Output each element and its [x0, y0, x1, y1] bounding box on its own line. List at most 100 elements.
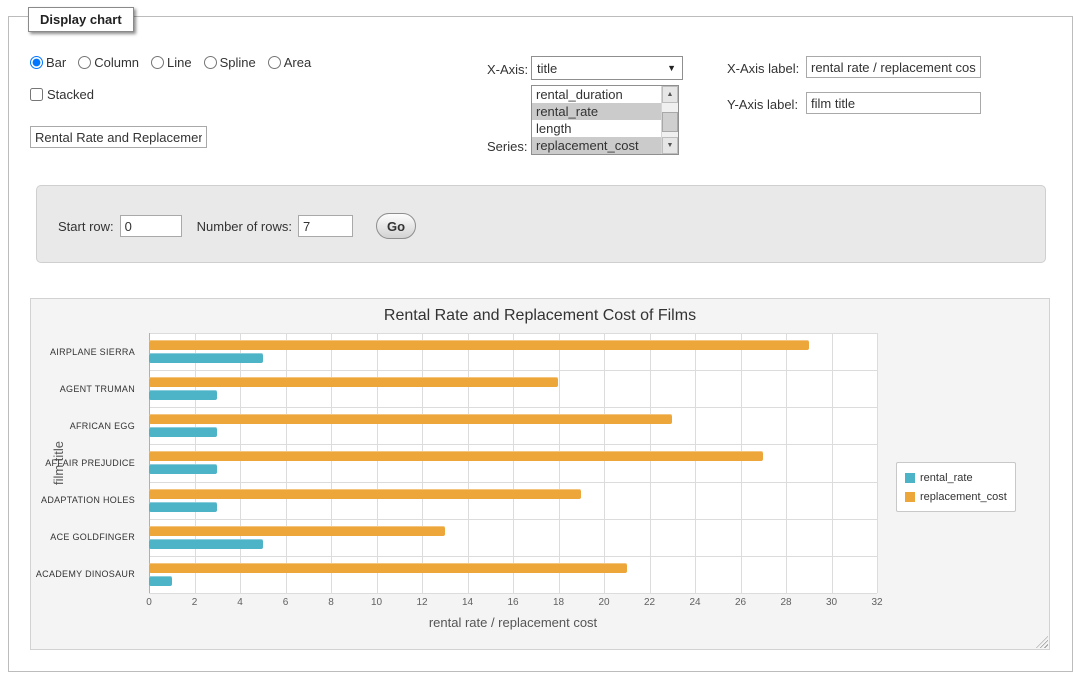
category-label: AGENT TRUMAN [31, 370, 143, 407]
x-axis-label-input[interactable] [806, 56, 981, 78]
x-tick-label: 28 [771, 597, 801, 608]
legend-entry-replacement_cost[interactable]: replacement_cost [905, 487, 1007, 506]
chart-type-option-column[interactable]: Column [78, 55, 139, 70]
x-tick-label: 10 [362, 597, 392, 608]
bar-rental_rate [149, 464, 217, 474]
v-gridline [832, 333, 833, 593]
bar-replacement_cost [149, 377, 558, 387]
plot-area [149, 333, 877, 593]
chart-type-option-area[interactable]: Area [268, 55, 311, 70]
spline-radio-label: Spline [220, 55, 256, 70]
bar-rental_rate [149, 353, 263, 363]
x-axis-selected-value: title [537, 61, 557, 76]
v-gridline [422, 333, 423, 593]
listbox-scrollbar[interactable]: ▲ ▼ [661, 86, 678, 154]
legend-entry-rental_rate[interactable]: rental_rate [905, 468, 1007, 487]
bar-rental_rate [149, 539, 263, 549]
x-tick-label: 2 [180, 597, 210, 608]
stacked-checkbox[interactable] [30, 88, 43, 101]
category-axis: AIRPLANE SIERRAAGENT TRUMANAFRICAN EGGAF… [31, 333, 143, 593]
x-tick-label: 4 [225, 597, 255, 608]
scroll-down-icon[interactable]: ▼ [662, 137, 678, 154]
bar-replacement_cost [149, 414, 672, 424]
area-radio[interactable] [268, 56, 281, 69]
x-tick-label: 24 [680, 597, 710, 608]
resize-handle-icon[interactable] [1036, 636, 1048, 648]
legend-items: rental_rate replacement_cost [905, 468, 1007, 506]
x-tick-label: 30 [817, 597, 847, 608]
x-axis-select[interactable]: title ▼ [531, 56, 683, 80]
series-option-replacement_cost[interactable]: replacement_cost [532, 137, 661, 154]
v-gridline [786, 333, 787, 593]
x-tick-label: 8 [316, 597, 346, 608]
line-radio[interactable] [151, 56, 164, 69]
v-gridline [195, 333, 196, 593]
v-gridline [695, 333, 696, 593]
x-tick-label: 12 [407, 597, 437, 608]
num-rows-label: Number of rows: [197, 219, 292, 234]
start-row-input[interactable] [120, 215, 182, 237]
v-gridline [650, 333, 651, 593]
dropdown-arrow-icon: ▼ [667, 63, 682, 73]
v-gridline [741, 333, 742, 593]
y-axis-label-input[interactable] [806, 92, 981, 114]
go-button[interactable]: Go [376, 213, 416, 239]
line-radio-label: Line [167, 55, 192, 70]
legend-entry-label: rental_rate [920, 472, 973, 484]
x-axis-label-caption: X-Axis label: [727, 61, 799, 76]
rows-panel: Start row: Number of rows: Go [36, 185, 1046, 263]
bar-radio[interactable] [30, 56, 43, 69]
v-gridline [149, 333, 150, 593]
series-listbox[interactable]: rental_durationrental_ratelengthreplacem… [531, 85, 679, 155]
chart-title-input[interactable] [30, 126, 207, 148]
chart-type-option-spline[interactable]: Spline [204, 55, 256, 70]
chart-type-option-line[interactable]: Line [151, 55, 192, 70]
x-tick-label: 32 [862, 597, 892, 608]
scrollbar-thumb[interactable] [662, 112, 678, 132]
x-tick-label: 22 [635, 597, 665, 608]
stacked-label: Stacked [47, 87, 94, 102]
column-radio-label: Column [94, 55, 139, 70]
spline-radio[interactable] [204, 56, 217, 69]
v-gridline [286, 333, 287, 593]
bar-rental_rate [149, 390, 217, 400]
chart-title: Rental Rate and Replacement Cost of Film… [31, 307, 1049, 325]
h-gridline [149, 593, 877, 594]
legend-swatch-icon [905, 473, 915, 483]
stacked-option[interactable]: Stacked [30, 87, 94, 102]
chart-type-option-bar[interactable]: Bar [30, 55, 66, 70]
area-radio-label: Area [284, 55, 311, 70]
series-option-rental_rate[interactable]: rental_rate [532, 103, 661, 120]
num-rows-input[interactable] [298, 215, 353, 237]
x-tick-label: 0 [134, 597, 164, 608]
x-tick-label: 6 [271, 597, 301, 608]
y-axis-label-caption: Y-Axis label: [727, 97, 798, 112]
x-tick-label: 14 [453, 597, 483, 608]
series-option-rental_duration[interactable]: rental_duration [532, 86, 661, 103]
v-gridline [559, 333, 560, 593]
v-gridline [331, 333, 332, 593]
v-gridline [513, 333, 514, 593]
v-gridline [377, 333, 378, 593]
scroll-up-icon[interactable]: ▲ [662, 86, 678, 103]
category-label: ACADEMY DINOSAUR [31, 556, 143, 593]
panel-legend: Display chart [28, 7, 134, 32]
x-tick-label: 18 [544, 597, 574, 608]
series-listbox-options: rental_durationrental_ratelengthreplacem… [532, 86, 661, 154]
x-ticks: 02468101214161820222426283032 [149, 597, 877, 611]
bar-replacement_cost [149, 340, 809, 350]
bar-radio-label: Bar [46, 55, 66, 70]
x-tick-label: 20 [589, 597, 619, 608]
category-label: ADAPTATION HOLES [31, 482, 143, 519]
v-gridline [877, 333, 878, 593]
column-radio[interactable] [78, 56, 91, 69]
series-option-length[interactable]: length [532, 120, 661, 137]
legend-entry-label: replacement_cost [920, 491, 1007, 503]
chart-type-radio-group: Bar Column Line Spline Area [30, 55, 317, 70]
v-gridline [468, 333, 469, 593]
category-label: ACE GOLDFINGER [31, 519, 143, 556]
bar-replacement_cost [149, 489, 581, 499]
x-axis-select-label: X-Axis: [487, 62, 528, 77]
v-gridline [240, 333, 241, 593]
bar-rental_rate [149, 576, 172, 586]
